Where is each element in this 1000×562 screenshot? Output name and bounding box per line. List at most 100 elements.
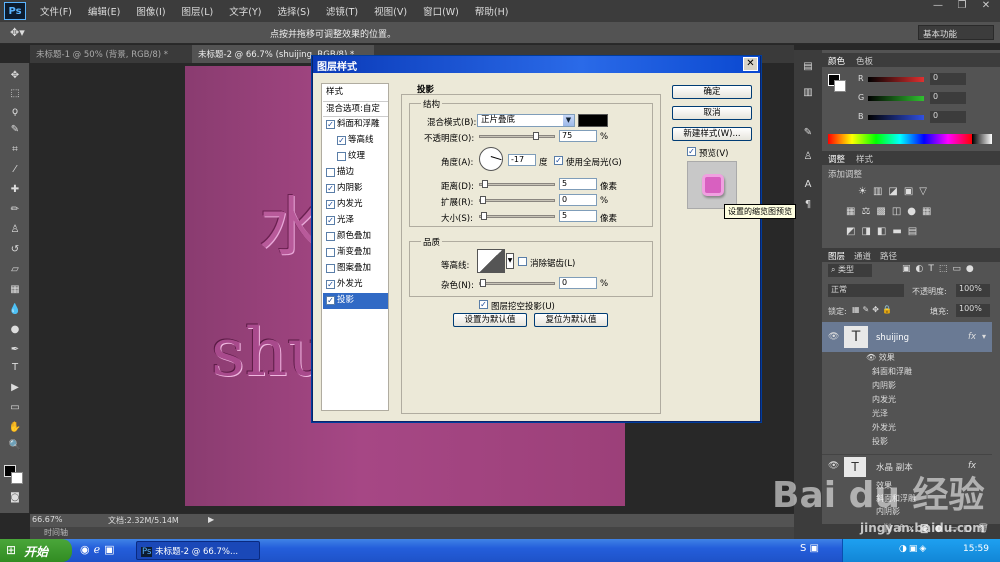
tray-icons[interactable]: ◑▣◈ bbox=[899, 544, 928, 554]
eraser-icon[interactable]: ▱ bbox=[6, 263, 24, 277]
zoom-level[interactable]: 66.67% bbox=[32, 515, 63, 524]
new-style-button[interactable]: 新建样式(W)... bbox=[672, 127, 752, 141]
style-checkbox[interactable]: ✓ bbox=[326, 120, 335, 129]
fill-input[interactable]: 100% bbox=[956, 304, 990, 317]
effect-row[interactable]: 斜面和浮雕 bbox=[822, 366, 992, 379]
style-checkbox[interactable]: ✓ bbox=[326, 184, 335, 193]
channel-input[interactable]: 0 bbox=[930, 92, 966, 104]
menu-filter[interactable]: 滤镜(T) bbox=[318, 4, 366, 18]
quick-mask-icon[interactable]: ◙ bbox=[6, 491, 24, 505]
tab-color[interactable]: 颜色 bbox=[828, 55, 845, 67]
contour-picker[interactable] bbox=[477, 249, 505, 273]
marquee-icon[interactable]: ⬚ bbox=[6, 87, 24, 101]
style-row[interactable]: ✓ 内阴影 bbox=[323, 181, 388, 197]
shadow-color-swatch[interactable] bbox=[578, 114, 608, 127]
menu-edit[interactable]: 编辑(E) bbox=[80, 4, 128, 18]
blur-icon[interactable]: 💧 bbox=[6, 303, 24, 317]
style-checkbox[interactable]: ✓ bbox=[326, 296, 335, 305]
menu-type[interactable]: 文字(Y) bbox=[221, 4, 269, 18]
angle-dial[interactable] bbox=[479, 147, 503, 171]
menu-help[interactable]: 帮助(H) bbox=[467, 4, 517, 18]
pen-icon[interactable]: ✒ bbox=[6, 343, 24, 357]
lock-icons[interactable]: ▦✎✥🔒 bbox=[852, 305, 895, 314]
noise-slider-handle[interactable] bbox=[480, 279, 486, 287]
anti-alias-label[interactable]: 消除锯齿(L) bbox=[530, 257, 575, 269]
effect-row[interactable]: 投影 bbox=[822, 436, 992, 449]
type-icon[interactable]: T bbox=[6, 361, 24, 375]
quick-select-icon[interactable]: ✎ bbox=[6, 123, 24, 137]
preview-checkbox[interactable]: ✓ bbox=[687, 147, 696, 156]
tab-swatches[interactable]: 色板 bbox=[856, 55, 873, 67]
effect-row[interactable]: 外发光 bbox=[822, 422, 992, 435]
reset-default-button[interactable]: 复位为默认值 bbox=[534, 313, 608, 327]
channel-input[interactable]: 0 bbox=[930, 111, 966, 123]
move-icon[interactable]: ✥ bbox=[6, 69, 24, 83]
grayscale-ramp[interactable] bbox=[972, 134, 992, 144]
tab-channels[interactable]: 通道 bbox=[854, 250, 871, 262]
opacity-slider-handle[interactable] bbox=[533, 132, 539, 140]
style-checkbox[interactable] bbox=[326, 248, 335, 257]
style-checkbox[interactable] bbox=[326, 264, 335, 273]
gradient-icon[interactable]: ▦ bbox=[6, 283, 24, 297]
healing-icon[interactable]: ✚ bbox=[6, 183, 24, 197]
style-row[interactable]: 渐变叠加 bbox=[323, 245, 388, 261]
stamp-icon[interactable]: ♙ bbox=[6, 223, 24, 237]
style-checkbox[interactable]: ✓ bbox=[326, 200, 335, 209]
tab-untitled-1[interactable]: 未标题-1 @ 50% (背景, RGB/8) * bbox=[30, 45, 190, 63]
style-row[interactable]: ✓ 斜面和浮雕 bbox=[323, 117, 388, 133]
style-row[interactable]: ✓ 外发光 bbox=[323, 277, 388, 293]
layer-name[interactable]: shuijing bbox=[876, 333, 909, 343]
menu-window[interactable]: 窗口(W) bbox=[415, 4, 467, 18]
taskbar-photoshop-button[interactable]: Ps 未标题-2 @ 66.7%... bbox=[136, 541, 260, 560]
set-default-button[interactable]: 设置为默认值 bbox=[453, 313, 527, 327]
style-row[interactable]: 描边 bbox=[323, 165, 388, 181]
channel-input[interactable]: 0 bbox=[930, 73, 966, 85]
angle-input[interactable]: -17 bbox=[508, 154, 536, 166]
effect-row[interactable]: 光泽 bbox=[822, 408, 992, 421]
distance-slider-handle[interactable] bbox=[482, 180, 488, 188]
timeline-label[interactable]: 时间轴 bbox=[44, 527, 68, 538]
style-row[interactable]: 颜色叠加 bbox=[323, 229, 388, 245]
adjust-icons-row3[interactable]: ◩◨◧▬▤ bbox=[846, 226, 923, 237]
cancel-button[interactable]: 取消 bbox=[672, 106, 752, 120]
spread-input[interactable]: 0 bbox=[559, 194, 597, 206]
paragraph-panel-icon[interactable]: ¶ bbox=[799, 198, 817, 212]
menu-layer[interactable]: 图层(L) bbox=[174, 4, 222, 18]
menu-image[interactable]: 图像(I) bbox=[128, 4, 173, 18]
menu-select[interactable]: 选择(S) bbox=[269, 4, 317, 18]
move-tool-icon[interactable]: ✥▾ bbox=[10, 26, 25, 39]
effects-header[interactable]: 👁 效果 bbox=[822, 352, 992, 365]
style-row[interactable]: ✓ 光泽 bbox=[323, 213, 388, 229]
lasso-icon[interactable]: ϙ bbox=[6, 105, 24, 119]
minimize-icon[interactable]: — bbox=[926, 0, 950, 14]
path-select-icon[interactable]: ▶ bbox=[6, 381, 24, 395]
workspace-select[interactable]: 基本功能 bbox=[918, 25, 994, 40]
eyedropper-icon[interactable]: ⁄ bbox=[6, 163, 24, 177]
status-arrow-icon[interactable]: ▶ bbox=[208, 515, 214, 524]
tab-styles[interactable]: 样式 bbox=[856, 153, 873, 165]
opacity-slider[interactable] bbox=[479, 132, 555, 140]
styles-header[interactable]: 样式 bbox=[323, 85, 388, 101]
spread-slider[interactable] bbox=[479, 196, 555, 204]
channel-slider[interactable] bbox=[868, 77, 924, 82]
eye-icon[interactable]: 👁 bbox=[828, 332, 839, 342]
style-checkbox[interactable] bbox=[337, 152, 346, 161]
opacity-input[interactable]: 75 bbox=[559, 130, 597, 142]
anti-alias-checkbox[interactable] bbox=[518, 257, 527, 266]
effect-row[interactable]: 内阴影 bbox=[822, 380, 992, 393]
channel-slider[interactable] bbox=[868, 115, 924, 120]
brush-icon[interactable]: ✏ bbox=[6, 203, 24, 217]
blend-options[interactable]: 混合选项:自定 bbox=[323, 101, 388, 117]
style-row[interactable]: 图案叠加 bbox=[323, 261, 388, 277]
noise-input[interactable]: 0 bbox=[559, 277, 597, 289]
brush-panel-icon[interactable]: ✎ bbox=[799, 126, 817, 140]
chevron-down-icon[interactable]: ▾ bbox=[982, 332, 986, 341]
style-checkbox[interactable]: ✓ bbox=[337, 136, 346, 145]
blend-mode-select[interactable]: 正片叠底 ▼ bbox=[477, 114, 575, 127]
crop-icon[interactable]: ⌗ bbox=[6, 143, 24, 157]
effect-row[interactable]: 内发光 bbox=[822, 394, 992, 407]
layer-shuijing-row[interactable]: 👁 T shuijing fx ▾ bbox=[822, 322, 992, 352]
size-slider[interactable] bbox=[479, 212, 555, 220]
noise-slider[interactable] bbox=[479, 279, 555, 287]
zoom-icon[interactable]: 🔍 bbox=[6, 439, 24, 453]
